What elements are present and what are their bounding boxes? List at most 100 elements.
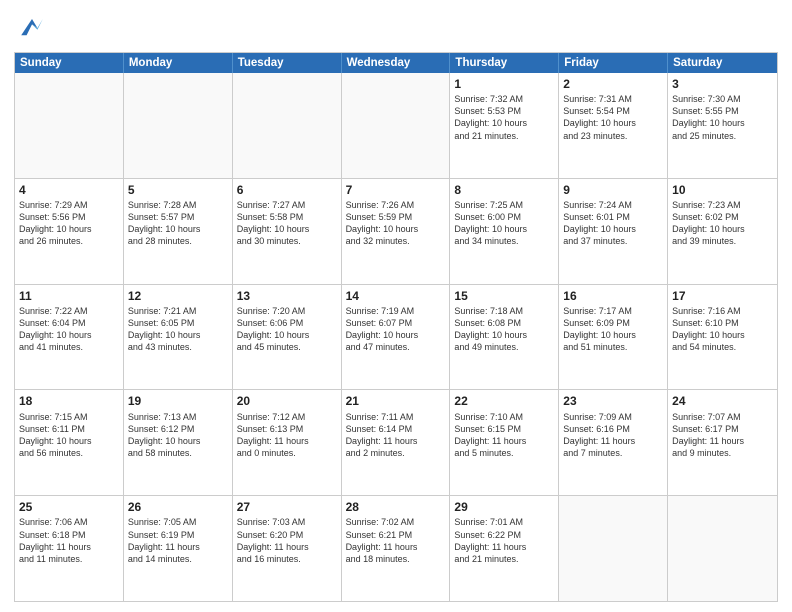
day-info: Sunrise: 7:30 AM Sunset: 5:55 PM Dayligh…	[672, 93, 773, 142]
day-info: Sunrise: 7:17 AM Sunset: 6:09 PM Dayligh…	[563, 305, 663, 354]
day-cell-14: 14Sunrise: 7:19 AM Sunset: 6:07 PM Dayli…	[342, 285, 451, 390]
day-number: 11	[19, 288, 119, 304]
day-info: Sunrise: 7:19 AM Sunset: 6:07 PM Dayligh…	[346, 305, 446, 354]
calendar-body: 1Sunrise: 7:32 AM Sunset: 5:53 PM Daylig…	[15, 73, 777, 601]
day-info: Sunrise: 7:16 AM Sunset: 6:10 PM Dayligh…	[672, 305, 773, 354]
day-info: Sunrise: 7:22 AM Sunset: 6:04 PM Dayligh…	[19, 305, 119, 354]
day-cell-16: 16Sunrise: 7:17 AM Sunset: 6:09 PM Dayli…	[559, 285, 668, 390]
day-number: 27	[237, 499, 337, 515]
header	[14, 10, 778, 46]
day-number: 15	[454, 288, 554, 304]
day-number: 13	[237, 288, 337, 304]
day-info: Sunrise: 7:23 AM Sunset: 6:02 PM Dayligh…	[672, 199, 773, 248]
day-number: 25	[19, 499, 119, 515]
day-cell-empty-0-2	[233, 73, 342, 178]
day-info: Sunrise: 7:01 AM Sunset: 6:22 PM Dayligh…	[454, 516, 554, 565]
day-info: Sunrise: 7:32 AM Sunset: 5:53 PM Dayligh…	[454, 93, 554, 142]
header-cell-wednesday: Wednesday	[342, 53, 451, 73]
day-info: Sunrise: 7:28 AM Sunset: 5:57 PM Dayligh…	[128, 199, 228, 248]
day-number: 10	[672, 182, 773, 198]
day-number: 12	[128, 288, 228, 304]
day-cell-empty-4-6	[668, 496, 777, 601]
day-number: 29	[454, 499, 554, 515]
day-number: 2	[563, 76, 663, 92]
calendar-row-3: 18 Sunrise: 7:15 AM Sunset: 6:11 PM Dayli…	[15, 390, 777, 496]
day-number: 20	[237, 393, 337, 409]
day-info: Sunrise: 7:21 AM Sunset: 6:05 PM Dayligh…	[128, 305, 228, 354]
header-cell-sunday: Sunday	[15, 53, 124, 73]
day-cell-empty-0-1	[124, 73, 233, 178]
day-cell-empty-4-5	[559, 496, 668, 601]
header-cell-tuesday: Tuesday	[233, 53, 342, 73]
day-cell-24: 24 Sunrise: 7:07 AM Sunset: 6:17 PM Dayli…	[668, 390, 777, 495]
day-cell-22: 22 Sunrise: 7:10 AM Sunset: 6:15 PM Dayli…	[450, 390, 559, 495]
day-cell-empty-0-0	[15, 73, 124, 178]
calendar-row-4: 25Sunrise: 7:06 AM Sunset: 6:18 PM Dayli…	[15, 496, 777, 601]
day-cell-21: 21 Sunrise: 7:11 AM Sunset: 6:14 PM Dayli…	[342, 390, 451, 495]
day-info: Sunrise: 7:11 AM Sunset: 6:14 PM Dayligh…	[346, 411, 446, 460]
day-number: 4	[19, 182, 119, 198]
day-number: 23	[563, 393, 663, 409]
calendar: SundayMondayTuesdayWednesdayThursdayFrid…	[14, 52, 778, 602]
day-cell-12: 12Sunrise: 7:21 AM Sunset: 6:05 PM Dayli…	[124, 285, 233, 390]
header-cell-saturday: Saturday	[668, 53, 777, 73]
logo-icon	[14, 10, 50, 46]
day-number: 18	[19, 393, 119, 409]
logo	[14, 10, 54, 46]
day-cell-3: 3Sunrise: 7:30 AM Sunset: 5:55 PM Daylig…	[668, 73, 777, 178]
day-cell-11: 11Sunrise: 7:22 AM Sunset: 6:04 PM Dayli…	[15, 285, 124, 390]
day-number: 24	[672, 393, 773, 409]
day-number: 21	[346, 393, 446, 409]
day-info: Sunrise: 7:07 AM Sunset: 6:17 PM Dayligh…	[672, 411, 773, 460]
day-info: Sunrise: 7:27 AM Sunset: 5:58 PM Dayligh…	[237, 199, 337, 248]
day-info: Sunrise: 7:26 AM Sunset: 5:59 PM Dayligh…	[346, 199, 446, 248]
day-info: Sunrise: 7:09 AM Sunset: 6:16 PM Dayligh…	[563, 411, 663, 460]
header-cell-friday: Friday	[559, 53, 668, 73]
day-info: Sunrise: 7:29 AM Sunset: 5:56 PM Dayligh…	[19, 199, 119, 248]
day-info: Sunrise: 7:10 AM Sunset: 6:15 PM Dayligh…	[454, 411, 554, 460]
day-number: 26	[128, 499, 228, 515]
day-info: Sunrise: 7:18 AM Sunset: 6:08 PM Dayligh…	[454, 305, 554, 354]
day-info: Sunrise: 7:03 AM Sunset: 6:20 PM Dayligh…	[237, 516, 337, 565]
day-info: Sunrise: 7:15 AM Sunset: 6:11 PM Dayligh…	[19, 411, 119, 460]
day-cell-4: 4Sunrise: 7:29 AM Sunset: 5:56 PM Daylig…	[15, 179, 124, 284]
day-cell-27: 27Sunrise: 7:03 AM Sunset: 6:20 PM Dayli…	[233, 496, 342, 601]
day-info: Sunrise: 7:25 AM Sunset: 6:00 PM Dayligh…	[454, 199, 554, 248]
day-number: 3	[672, 76, 773, 92]
calendar-row-1: 4Sunrise: 7:29 AM Sunset: 5:56 PM Daylig…	[15, 179, 777, 285]
day-cell-2: 2Sunrise: 7:31 AM Sunset: 5:54 PM Daylig…	[559, 73, 668, 178]
day-cell-20: 20 Sunrise: 7:12 AM Sunset: 6:13 PM Dayli…	[233, 390, 342, 495]
day-cell-29: 29Sunrise: 7:01 AM Sunset: 6:22 PM Dayli…	[450, 496, 559, 601]
header-cell-thursday: Thursday	[450, 53, 559, 73]
day-cell-empty-0-3	[342, 73, 451, 178]
day-number: 6	[237, 182, 337, 198]
header-cell-monday: Monday	[124, 53, 233, 73]
day-number: 9	[563, 182, 663, 198]
calendar-row-0: 1Sunrise: 7:32 AM Sunset: 5:53 PM Daylig…	[15, 73, 777, 179]
calendar-header: SundayMondayTuesdayWednesdayThursdayFrid…	[15, 53, 777, 73]
day-number: 14	[346, 288, 446, 304]
day-cell-23: 23 Sunrise: 7:09 AM Sunset: 6:16 PM Dayli…	[559, 390, 668, 495]
day-cell-10: 10Sunrise: 7:23 AM Sunset: 6:02 PM Dayli…	[668, 179, 777, 284]
day-cell-28: 28Sunrise: 7:02 AM Sunset: 6:21 PM Dayli…	[342, 496, 451, 601]
day-cell-7: 7Sunrise: 7:26 AM Sunset: 5:59 PM Daylig…	[342, 179, 451, 284]
day-cell-9: 9Sunrise: 7:24 AM Sunset: 6:01 PM Daylig…	[559, 179, 668, 284]
day-cell-6: 6Sunrise: 7:27 AM Sunset: 5:58 PM Daylig…	[233, 179, 342, 284]
day-cell-1: 1Sunrise: 7:32 AM Sunset: 5:53 PM Daylig…	[450, 73, 559, 178]
day-number: 17	[672, 288, 773, 304]
day-info: Sunrise: 7:12 AM Sunset: 6:13 PM Dayligh…	[237, 411, 337, 460]
day-info: Sunrise: 7:20 AM Sunset: 6:06 PM Dayligh…	[237, 305, 337, 354]
day-cell-19: 19Sunrise: 7:13 AM Sunset: 6:12 PM Dayli…	[124, 390, 233, 495]
page: SundayMondayTuesdayWednesdayThursdayFrid…	[0, 0, 792, 612]
day-number: 22	[454, 393, 554, 409]
day-number: 8	[454, 182, 554, 198]
day-cell-26: 26Sunrise: 7:05 AM Sunset: 6:19 PM Dayli…	[124, 496, 233, 601]
day-number: 16	[563, 288, 663, 304]
day-info: Sunrise: 7:24 AM Sunset: 6:01 PM Dayligh…	[563, 199, 663, 248]
day-info: Sunrise: 7:31 AM Sunset: 5:54 PM Dayligh…	[563, 93, 663, 142]
day-info: Sunrise: 7:02 AM Sunset: 6:21 PM Dayligh…	[346, 516, 446, 565]
day-number: 1	[454, 76, 554, 92]
day-number: 7	[346, 182, 446, 198]
day-number: 19	[128, 393, 228, 409]
day-cell-15: 15Sunrise: 7:18 AM Sunset: 6:08 PM Dayli…	[450, 285, 559, 390]
